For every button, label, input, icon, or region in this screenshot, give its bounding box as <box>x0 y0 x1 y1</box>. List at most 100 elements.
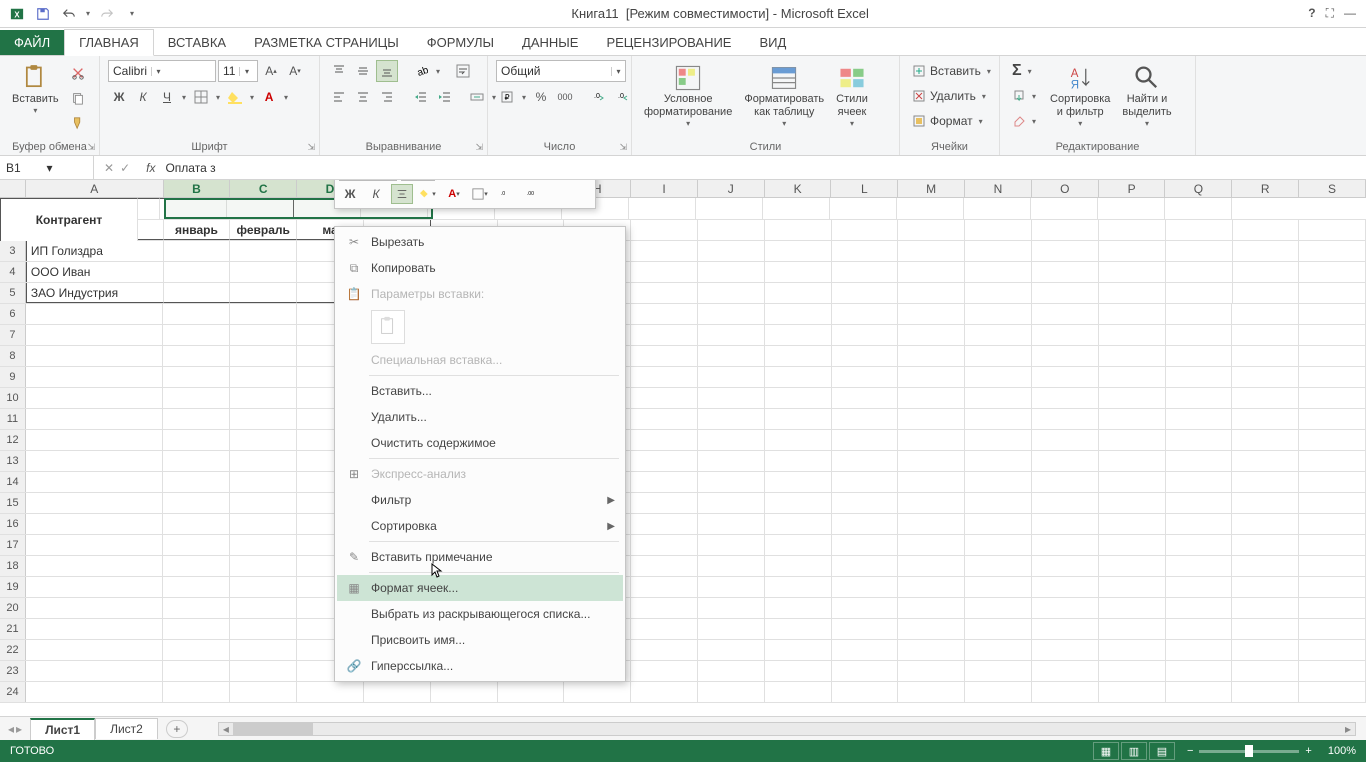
mini-font-color-icon[interactable]: А▾ <box>443 184 465 204</box>
cell-I21[interactable] <box>631 619 698 639</box>
cell-J2[interactable] <box>698 220 765 240</box>
cell-K7[interactable] <box>765 325 832 345</box>
row-header-9[interactable]: 9 <box>0 367 26 387</box>
cell-O18[interactable] <box>1032 556 1099 576</box>
ctx-insert[interactable]: Вставить... <box>337 378 623 404</box>
cell-A15[interactable] <box>26 493 164 513</box>
cell-N7[interactable] <box>965 325 1032 345</box>
number-format-combo[interactable]: Общий▾ <box>496 60 626 82</box>
cell-M3[interactable] <box>898 241 965 261</box>
cell-I6[interactable] <box>631 304 698 324</box>
format-painter-icon[interactable] <box>67 112 89 134</box>
cell-M12[interactable] <box>898 430 965 450</box>
cell-C16[interactable] <box>230 514 297 534</box>
mini-accounting-icon[interactable]: ₽▾ <box>491 180 513 181</box>
cell-B4[interactable] <box>164 262 231 282</box>
find-select-button[interactable]: Найти и выделить▾ <box>1118 60 1175 131</box>
zoom-slider[interactable] <box>1199 750 1299 753</box>
tab-view[interactable]: ВИД <box>745 30 800 55</box>
tab-insert[interactable]: ВСТАВКА <box>154 30 240 55</box>
conditional-formatting-button[interactable]: Условное форматирование▾ <box>640 60 736 131</box>
cell-L7[interactable] <box>832 325 899 345</box>
ctx-cut[interactable]: ✂Вырезать <box>337 229 623 255</box>
cell-L3[interactable] <box>832 241 899 261</box>
cell-Q11[interactable] <box>1166 409 1233 429</box>
cell-S14[interactable] <box>1299 472 1366 492</box>
cell-L24[interactable] <box>832 682 899 702</box>
format-as-table-button[interactable]: Форматировать как таблицу▾ <box>740 60 828 131</box>
column-header-J[interactable]: J <box>698 180 765 197</box>
cell-R3[interactable] <box>1233 241 1300 261</box>
column-header-L[interactable]: L <box>831 180 898 197</box>
mini-borders-icon[interactable]: ▾ <box>469 184 491 204</box>
ctx-copy[interactable]: ⧉Копировать <box>337 255 623 281</box>
cell-R9[interactable] <box>1232 367 1299 387</box>
ctx-format-cells[interactable]: ▦Формат ячеек... <box>337 575 623 601</box>
cell-Q1[interactable] <box>1031 198 1098 219</box>
mini-align-icon[interactable] <box>391 184 413 204</box>
cell-styles-button[interactable]: Стили ячеек▾ <box>832 60 872 131</box>
cell-O12[interactable] <box>1032 430 1099 450</box>
cell-N14[interactable] <box>965 472 1032 492</box>
cell-S24[interactable] <box>1299 682 1366 702</box>
cell-P5[interactable] <box>1099 283 1166 303</box>
ctx-hyperlink[interactable]: 🔗Гиперссылка... <box>337 653 623 679</box>
cell-O7[interactable] <box>1032 325 1099 345</box>
mini-fill-color-icon[interactable]: ▾ <box>417 184 439 204</box>
help-icon[interactable]: ? <box>1308 6 1315 21</box>
cell-R17[interactable] <box>1232 535 1299 555</box>
cell-A8[interactable] <box>26 346 164 366</box>
view-normal-icon[interactable]: ▦ <box>1093 742 1119 760</box>
mini-percent-icon[interactable]: % <box>517 180 539 181</box>
cell-A20[interactable] <box>26 598 164 618</box>
cell-R11[interactable] <box>1232 409 1299 429</box>
cell-I19[interactable] <box>631 577 698 597</box>
cell-N1[interactable] <box>830 198 897 219</box>
font-size-combo[interactable]: 11▾ <box>218 60 258 82</box>
cell-Q6[interactable] <box>1166 304 1233 324</box>
cell-K12[interactable] <box>765 430 832 450</box>
copy-icon[interactable] <box>67 87 89 109</box>
cell-S18[interactable] <box>1299 556 1366 576</box>
cell-K20[interactable] <box>765 598 832 618</box>
cell-Q9[interactable] <box>1166 367 1233 387</box>
cell-S6[interactable] <box>1299 304 1366 324</box>
cell-Q5[interactable] <box>1166 283 1233 303</box>
row-header-15[interactable]: 15 <box>0 493 26 513</box>
cut-icon[interactable] <box>67 62 89 84</box>
cell-C19[interactable] <box>230 577 297 597</box>
tab-home[interactable]: ГЛАВНАЯ <box>64 29 154 56</box>
cell-R5[interactable] <box>1233 283 1300 303</box>
cell-O3[interactable] <box>1032 241 1099 261</box>
cell-K19[interactable] <box>765 577 832 597</box>
cell-B20[interactable] <box>163 598 230 618</box>
cell-B14[interactable] <box>163 472 230 492</box>
cell-A4[interactable]: ООО Иван <box>26 262 164 282</box>
cell-C5[interactable] <box>230 283 297 303</box>
row-header-19[interactable]: 19 <box>0 577 26 597</box>
align-bottom-icon[interactable] <box>376 60 398 82</box>
cell-A5[interactable]: ЗАО Индустрия <box>26 283 164 303</box>
cell-J24[interactable] <box>698 682 765 702</box>
cell-L12[interactable] <box>832 430 899 450</box>
cell-L8[interactable] <box>832 346 899 366</box>
cell-O24[interactable] <box>1032 682 1099 702</box>
cell-S11[interactable] <box>1299 409 1366 429</box>
cell-C22[interactable] <box>230 640 297 660</box>
cell-P3[interactable] <box>1099 241 1166 261</box>
font-color-icon[interactable]: А <box>258 86 280 108</box>
ctx-clear[interactable]: Очистить содержимое <box>337 430 623 456</box>
cell-S3[interactable] <box>1299 241 1366 261</box>
undo-icon[interactable] <box>58 3 80 25</box>
cell-P7[interactable] <box>1099 325 1166 345</box>
cell-S13[interactable] <box>1299 451 1366 471</box>
ctx-define-name[interactable]: Присвоить имя... <box>337 627 623 653</box>
cell-B16[interactable] <box>163 514 230 534</box>
cell-Q22[interactable] <box>1166 640 1233 660</box>
cell-N12[interactable] <box>965 430 1032 450</box>
alignment-launcher-icon[interactable]: ⇲ <box>475 142 483 153</box>
cell-J7[interactable] <box>698 325 765 345</box>
cell-L4[interactable] <box>832 262 899 282</box>
cell-S7[interactable] <box>1299 325 1366 345</box>
cell-A12[interactable] <box>26 430 164 450</box>
